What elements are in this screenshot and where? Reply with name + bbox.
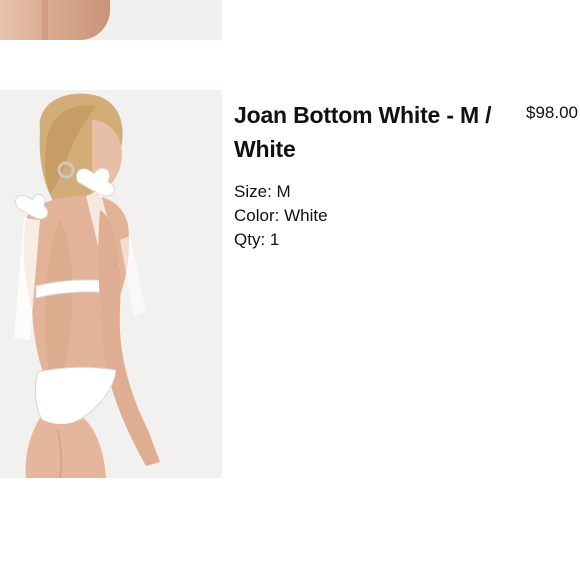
size-label: Size: bbox=[234, 182, 272, 201]
product-image[interactable] bbox=[0, 90, 222, 478]
previous-item-photo bbox=[0, 0, 110, 40]
quantity-value: 1 bbox=[269, 230, 280, 249]
product-title[interactable]: Joan Bottom White - M / White bbox=[234, 98, 496, 166]
color-line: Color: White bbox=[234, 204, 328, 228]
model-photo-illustration bbox=[0, 90, 222, 478]
color-value: White bbox=[284, 206, 328, 225]
product-price: $98.00 bbox=[526, 103, 578, 122]
size-value: M bbox=[276, 182, 291, 201]
quantity-line: Qty: 1 bbox=[234, 228, 328, 252]
cart-item: Joan Bottom White - M / White $98.00 Siz… bbox=[0, 90, 580, 480]
size-line: Size: M bbox=[234, 180, 328, 204]
previous-item-thumbnail[interactable] bbox=[0, 0, 222, 40]
color-label: Color: bbox=[234, 206, 280, 225]
quantity-label: Qty: bbox=[234, 230, 266, 249]
product-details: Size: M Color: White Qty: 1 bbox=[234, 180, 328, 252]
previous-item-photo-detail bbox=[42, 0, 48, 40]
